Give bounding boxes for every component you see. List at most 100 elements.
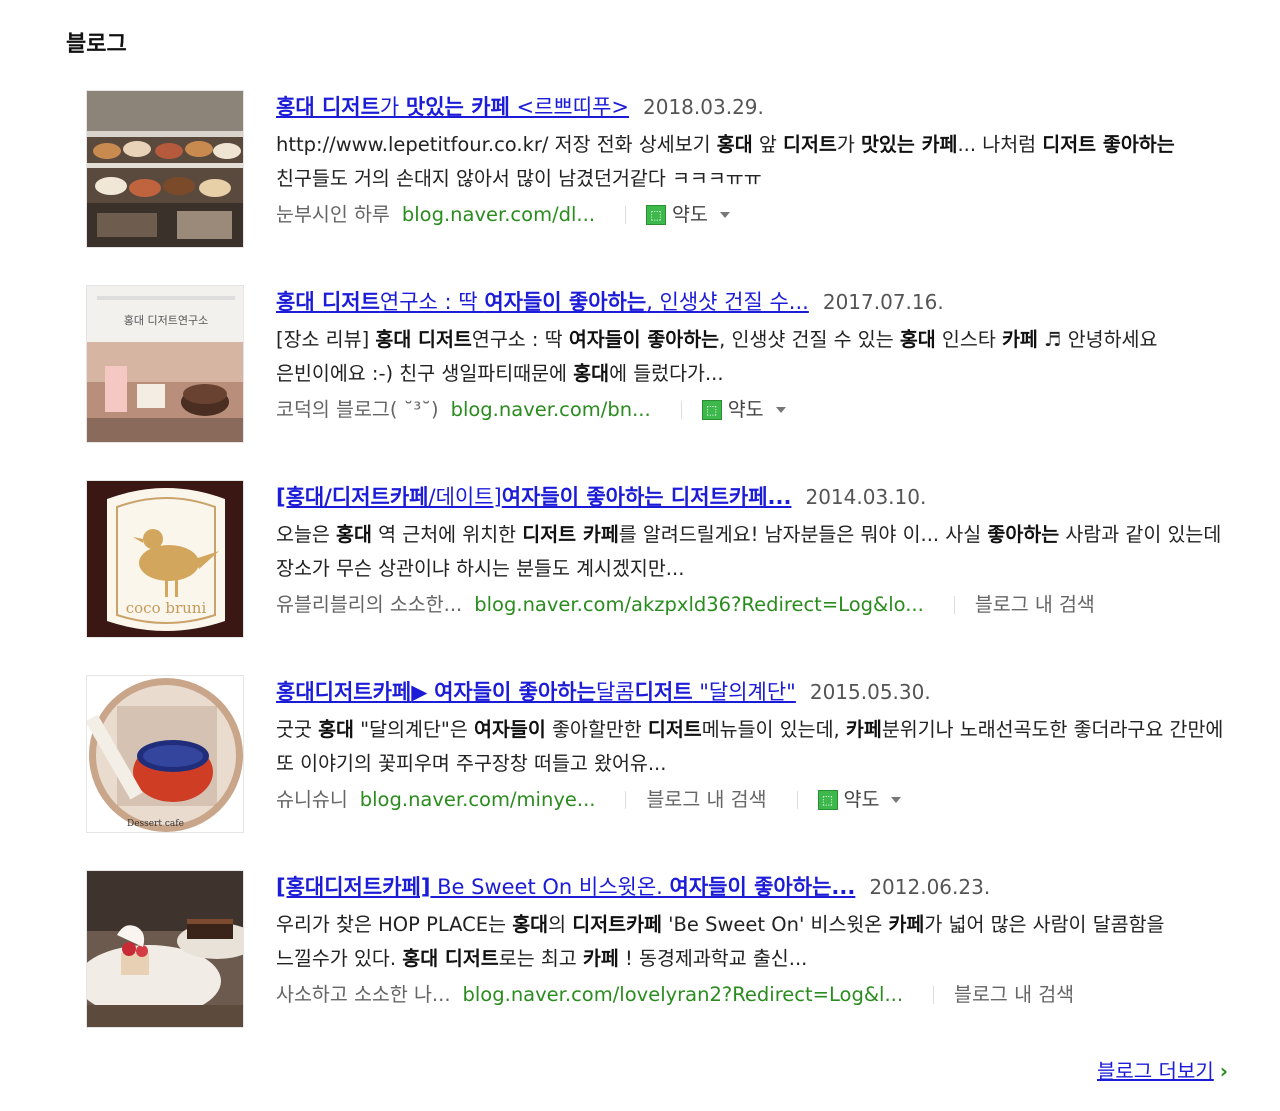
result-thumbnail[interactable]: 홍대 디저트연구소	[86, 285, 244, 443]
result-thumbnail[interactable]: Dessert cafe	[86, 675, 244, 833]
result-title-line: 홍대 디저트연구소 : 딱 여자들이 좋아하는, 인생샷 건질 수... 2017…	[276, 285, 1236, 319]
chevron-right-icon: ›	[1219, 1059, 1228, 1083]
result-title-line: [홍대디저트카페] Be Sweet On 비스윗온. 여자들이 좋아하는...…	[276, 870, 1236, 904]
result-title-line: 홍대 디저트가 맛있는 카페 <르쁘띠푸> 2018.03.29.	[276, 90, 1236, 124]
snippet-part: http://www.lepetitfour.co.kr/ 저장 전화 상세보기	[276, 133, 717, 156]
snippet-part: 홍대	[512, 913, 549, 936]
caret-down-icon	[775, 407, 786, 413]
result-meta: 눈부시인 하루 blog.naver.com/dl... ⬚ 약도	[276, 198, 1236, 232]
blog-author-link[interactable]: 유블리블리의 소소한...	[276, 588, 462, 622]
snippet-part: 맛있는 카페	[860, 133, 958, 156]
result-body: 홍대 디저트연구소 : 딱 여자들이 좋아하는, 인생샷 건질 수... 2017…	[276, 285, 1236, 427]
meta-divider	[933, 986, 935, 1004]
snippet-part: 디저트	[783, 133, 837, 156]
snippet-part: 인스타	[935, 328, 1002, 351]
result-snippet: http://www.lepetitfour.co.kr/ 저장 전화 상세보기…	[276, 128, 1236, 196]
snippet-part: 여자들이	[474, 718, 546, 741]
result-snippet: 우리가 찾은 HOP PLACE는 홍대의 디저트카페 'Be Sweet On…	[276, 908, 1236, 976]
map-marker-icon: ⬚	[817, 790, 838, 810]
map-link[interactable]: ⬚ 약도	[701, 393, 786, 427]
blog-more-link[interactable]: 블로그 더보기 ›	[1097, 1055, 1228, 1084]
blog-author-link[interactable]: 코덕의 블로그( ˘³˘)	[276, 393, 439, 427]
blog-url-link[interactable]: blog.naver.com/akzpxld36?Redirect=Log&lo…	[474, 588, 924, 622]
title-part: <르쁘띠푸>	[509, 95, 629, 119]
meta-divider	[625, 206, 627, 224]
snippet-part: 디저트 카페	[522, 523, 619, 546]
snippet-part: 카페	[582, 947, 619, 970]
title-part: "달의계단"	[692, 680, 796, 704]
snippet-part: 디저트카페	[572, 913, 662, 936]
blog-url-link[interactable]: blog.naver.com/dl...	[402, 198, 595, 232]
result-title-link[interactable]: 홍대 디저트가 맛있는 카페 <르쁘띠푸>	[276, 95, 629, 119]
map-marker-icon: ⬚	[646, 205, 667, 225]
result-thumbnail[interactable]	[86, 90, 244, 248]
blog-inner-search-link[interactable]: 블로그 내 검색	[954, 978, 1074, 1012]
result-body: [홍대디저트카페] Be Sweet On 비스윗온. 여자들이 좋아하는...…	[276, 870, 1236, 1012]
result-date: 2018.03.29.	[643, 95, 764, 119]
more-label: 블로그 더보기	[1096, 1059, 1214, 1083]
result-meta: 사소하고 소소한 나... blog.naver.com/lovelyran2?R…	[276, 978, 1236, 1012]
title-part: 달콤	[595, 680, 635, 704]
snippet-part: ... 나처럼	[957, 133, 1043, 156]
blog-inner-search-link[interactable]: 블로그 내 검색	[975, 588, 1095, 622]
result-body: [홍대/디저트카페/데이트]여자들이 좋아하는 디저트카페... 2014.03.…	[276, 480, 1236, 622]
snippet-part: "달의계단"은	[353, 718, 475, 741]
title-part: [홍대/디저트카페	[276, 485, 429, 509]
title-part: 여자들이 좋아하는 디저트카페...	[501, 485, 792, 509]
title-part: 디저트	[634, 680, 693, 704]
blog-author-link[interactable]: 슈니슈니	[276, 783, 348, 817]
result-thumbnail[interactable]: coco bruni	[86, 480, 244, 638]
title-part: 맛있는 카페	[405, 95, 510, 119]
snippet-part: 로는 최고	[498, 947, 583, 970]
blog-url-link[interactable]: blog.naver.com/lovelyran2?Redirect=Log&l…	[463, 978, 904, 1012]
caret-down-icon	[891, 797, 902, 803]
blog-result: 홍대 디저트연구소 홍대 디저트연구소 : 딱 여자들이 좋아하는, 인생샷 건질…	[86, 285, 1236, 445]
result-date: 2017.07.16.	[822, 290, 944, 314]
blog-result: [홍대디저트카페] Be Sweet On 비스윗온. 여자들이 좋아하는...…	[86, 870, 1236, 1030]
result-body: 홍대디저트카페▶ 여자들이 좋아하는달콤디저트 "달의계단" 2015.05.30…	[276, 675, 1236, 817]
meta-divider	[796, 791, 798, 809]
snippet-part: 카페	[1001, 328, 1038, 351]
snippet-part: 우리가 찾은 HOP PLACE는	[276, 913, 513, 936]
snippet-part: 오늘은	[276, 523, 337, 546]
title-part: 홍대 디저트	[276, 290, 380, 314]
result-title-link[interactable]: [홍대디저트카페] Be Sweet On 비스윗온. 여자들이 좋아하는...	[276, 875, 855, 899]
title-part: 홍대디저트카페	[276, 680, 412, 704]
snippet-part: 카페	[845, 718, 882, 741]
snippet-part: 홍대 디저트	[402, 947, 499, 970]
map-link[interactable]: ⬚ 약도	[646, 198, 730, 232]
result-body: 홍대 디저트가 맛있는 카페 <르쁘띠푸> 2018.03.29. http://w…	[276, 90, 1236, 232]
caret-down-icon	[719, 212, 730, 218]
result-date: 2015.05.30.	[809, 680, 931, 704]
snippet-part: 친구들도 거의 손대지 않아서 많이 남겼던거같다 ㅋㅋㅋㅠㅠ	[276, 167, 762, 190]
snippet-part: [장소 리뷰]	[276, 328, 376, 351]
snippet-part: 홍대	[318, 718, 354, 741]
snippet-part: 를 알려드릴게요! 남자분들은 뭐야 이... 사실	[618, 523, 988, 546]
title-part: ▶	[411, 680, 435, 704]
result-meta: 코덕의 블로그( ˘³˘) blog.naver.com/bn... ⬚ 약도	[276, 393, 1236, 427]
blog-url-link[interactable]: blog.naver.com/bn...	[451, 393, 651, 427]
blog-author-link[interactable]: 눈부시인 하루	[276, 198, 390, 232]
blog-author-link[interactable]: 사소하고 소소한 나...	[276, 978, 451, 1012]
title-part: 여자들이 좋아하는	[484, 290, 647, 314]
title-part: 가	[379, 95, 406, 119]
result-meta: 슈니슈니 blog.naver.com/minye... 블로그 내 검색 ⬚ 약도	[276, 783, 1236, 817]
title-part: 홍대 디저트	[276, 95, 380, 119]
title-part: 연구소 : 딱	[379, 290, 485, 314]
snippet-part: 여자들이 좋아하는	[568, 328, 720, 351]
map-link[interactable]: ⬚ 약도	[817, 783, 902, 817]
blog-inner-search-link[interactable]: 블로그 내 검색	[646, 783, 766, 817]
map-label: 약도	[672, 203, 708, 226]
snippet-part: 디저트 좋아하는	[1042, 133, 1175, 156]
result-thumbnail[interactable]	[86, 870, 244, 1028]
snippet-part: 홍대	[336, 523, 372, 546]
result-title-line: 홍대디저트카페▶ 여자들이 좋아하는달콤디저트 "달의계단" 2015.05.30…	[276, 675, 1236, 709]
snippet-part: 의	[548, 913, 573, 936]
section-title: 블로그	[66, 32, 127, 57]
map-label: 약도	[843, 788, 880, 811]
result-title-link[interactable]: [홍대/디저트카페/데이트]여자들이 좋아하는 디저트카페...	[276, 485, 791, 509]
result-title-link[interactable]: 홍대디저트카페▶ 여자들이 좋아하는달콤디저트 "달의계단"	[276, 680, 796, 704]
map-marker-icon: ⬚	[701, 400, 722, 420]
blog-url-link[interactable]: blog.naver.com/minye...	[360, 783, 596, 817]
result-title-link[interactable]: 홍대 디저트연구소 : 딱 여자들이 좋아하는, 인생샷 건질 수...	[276, 290, 809, 314]
